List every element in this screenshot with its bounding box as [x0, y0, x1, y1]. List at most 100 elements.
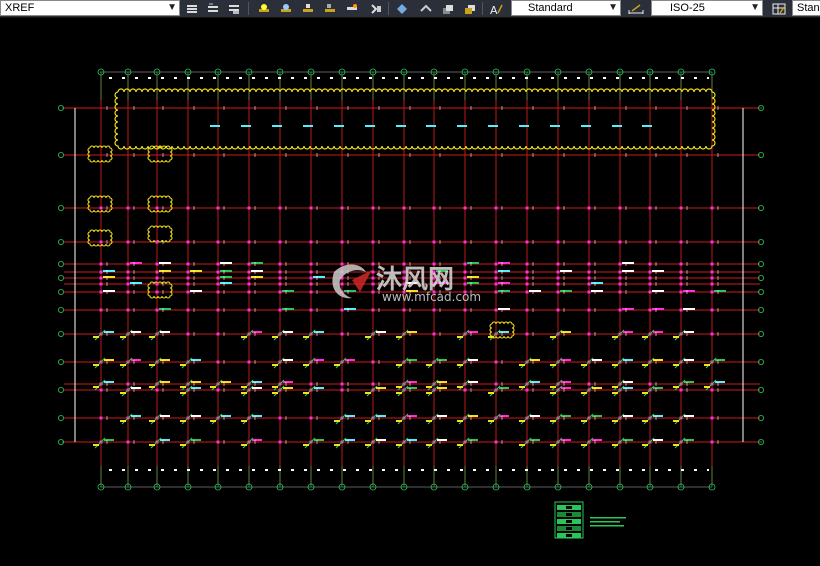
member-tag: [467, 276, 479, 278]
member-tag: [519, 420, 525, 422]
member-tag: [93, 444, 99, 446]
member-tag: [191, 387, 201, 389]
beam-label: [581, 125, 591, 127]
member-tag: [499, 415, 509, 417]
chevron-down-icon[interactable]: ▼: [167, 1, 177, 15]
column-marker: [340, 206, 344, 210]
beam-label: [457, 125, 467, 127]
layer-state-icon[interactable]: [184, 1, 200, 16]
column-marker: [99, 416, 103, 420]
member-tag: [683, 290, 695, 292]
column-marker: [525, 276, 529, 280]
cad-drawing-canvas[interactable]: 沐风网 www.mfcad.com: [0, 18, 820, 566]
column-marker: [278, 290, 282, 294]
axis-bubble: [58, 288, 65, 295]
column-marker: [278, 440, 282, 444]
draw-order-front-icon[interactable]: [440, 1, 456, 16]
layer-unlock-icon[interactable]: [322, 1, 338, 16]
member-tag: [396, 336, 402, 338]
brace-symbol: [643, 437, 655, 449]
dim-style-combo[interactable]: ISO-25 ▼: [651, 0, 763, 16]
isolate-icon[interactable]: [418, 1, 434, 16]
column-marker: [679, 240, 683, 244]
member-tag: [426, 386, 432, 388]
layer-off-icon[interactable]: [256, 1, 272, 16]
member-tag: [704, 364, 710, 366]
column-marker: [618, 206, 622, 210]
column-marker: [587, 332, 591, 336]
column-marker: [587, 382, 591, 386]
column-marker: [525, 308, 529, 312]
member-tag: [457, 444, 463, 446]
draw-order-back-icon[interactable]: [462, 1, 478, 16]
column-marker: [155, 290, 159, 294]
column-marker: [371, 270, 375, 274]
member-tag: [252, 439, 262, 441]
member-tag: [407, 359, 417, 361]
chevron-down-icon[interactable]: ▼: [608, 1, 618, 15]
member-tag: [652, 308, 664, 310]
column-marker: [618, 262, 622, 266]
member-tag: [241, 444, 247, 446]
legend-swatch: [566, 513, 572, 516]
member-tag: [283, 359, 293, 361]
member-tag: [376, 331, 386, 333]
brace-symbol: [150, 413, 162, 425]
member-tag: [131, 331, 141, 333]
layer-iso-icon[interactable]: [226, 1, 242, 16]
member-tag: [93, 364, 99, 366]
text-style-combo[interactable]: Standard ▼: [511, 0, 621, 16]
layer-walk-icon[interactable]: [368, 1, 384, 16]
member-tag: [642, 336, 648, 338]
revision-cloud: [147, 225, 173, 243]
column-marker: [126, 240, 130, 244]
text-style-icon[interactable]: A: [488, 1, 504, 16]
copy-objects-icon[interactable]: [394, 1, 410, 16]
member-tag: [623, 381, 633, 383]
table-style-icon[interactable]: [771, 1, 787, 16]
table-style-value: Stan: [797, 2, 820, 14]
column-marker: [556, 262, 560, 266]
table-style-combo[interactable]: Stan: [792, 0, 820, 16]
column-marker: [99, 276, 103, 280]
column-marker: [186, 276, 190, 280]
column-marker: [309, 308, 313, 312]
member-tag: [396, 364, 402, 366]
member-tag: [612, 444, 618, 446]
column-marker: [216, 282, 220, 286]
column-marker: [278, 282, 282, 286]
member-tag: [159, 270, 171, 272]
brace-symbol: [674, 357, 686, 369]
column-marker: [155, 276, 159, 280]
member-tag: [104, 331, 114, 333]
axis-bubble: [58, 306, 65, 313]
match-layer-icon[interactable]: [344, 1, 360, 16]
member-tag: [498, 308, 510, 310]
member-tag: [642, 392, 648, 394]
brace-symbol: [304, 385, 316, 397]
column-marker: [494, 290, 498, 294]
layer-freeze-icon[interactable]: [278, 1, 294, 16]
brace-symbol: [335, 413, 347, 425]
xref-layer-combo[interactable]: XREF ▼: [0, 0, 180, 16]
column-marker: [710, 416, 714, 420]
member-tag: [550, 392, 556, 394]
member-tag: [272, 336, 278, 338]
layer-lock-icon[interactable]: [300, 1, 316, 16]
brace-symbol: [674, 413, 686, 425]
member-tag: [160, 439, 170, 441]
chevron-down-icon[interactable]: ▼: [750, 1, 760, 15]
member-tag: [561, 387, 571, 389]
member-tag: [160, 415, 170, 417]
member-tag: [673, 336, 679, 338]
member-tag: [591, 290, 603, 292]
brace-symbol: [304, 437, 316, 449]
dim-style-icon[interactable]: [628, 1, 644, 16]
member-tag: [241, 336, 247, 338]
column-marker: [556, 282, 560, 286]
column-marker: [710, 388, 714, 392]
column-marker: [525, 262, 529, 266]
column-marker: [679, 308, 683, 312]
layer-previous-icon[interactable]: [205, 1, 221, 16]
column-marker: [99, 206, 103, 210]
